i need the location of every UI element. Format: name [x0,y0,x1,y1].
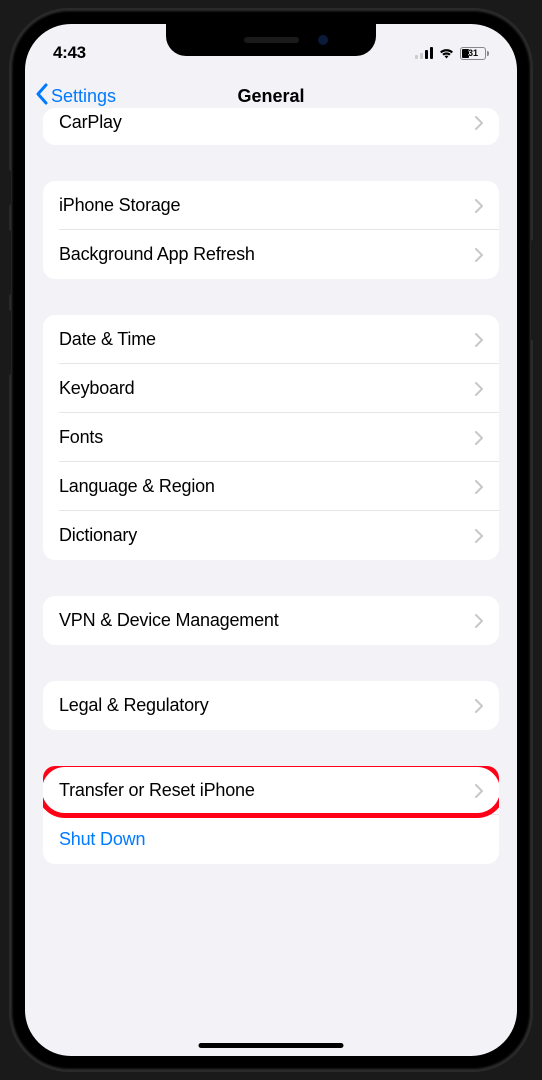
settings-section: Legal & Regulatory [43,681,499,730]
settings-section: VPN & Device Management [43,596,499,645]
notch [166,24,376,56]
chevron-right-icon [475,382,483,396]
row-fonts[interactable]: Fonts [43,413,499,462]
chevron-right-icon [475,699,483,713]
page-title: General [237,86,304,107]
back-button[interactable]: Settings [35,83,116,110]
chevron-right-icon [475,529,483,543]
row-background-app-refresh[interactable]: Background App Refresh [43,230,499,279]
volume-up-button [7,230,11,295]
status-time: 4:43 [53,43,86,63]
row-dictionary[interactable]: Dictionary [43,511,499,560]
settings-section: iPhone Storage Background App Refresh [43,181,499,279]
row-label: Background App Refresh [59,244,255,265]
chevron-right-icon [475,116,483,130]
battery-percent: 31 [468,48,478,58]
screen: 4:43 [25,24,517,1056]
chevron-right-icon [475,614,483,628]
front-camera [318,35,328,45]
row-keyboard[interactable]: Keyboard [43,364,499,413]
row-label: VPN & Device Management [59,610,279,631]
settings-content[interactable]: CarPlay iPhone Storage Background App Re… [25,108,517,1020]
row-transfer-reset-iphone[interactable]: Transfer or Reset iPhone [43,766,499,815]
row-label: Date & Time [59,329,156,350]
chevron-right-icon [475,199,483,213]
cellular-signal-icon [415,47,433,59]
phone-frame: 4:43 [11,10,531,1070]
home-indicator[interactable] [199,1043,344,1048]
row-label: Fonts [59,427,103,448]
chevron-right-icon [475,784,483,798]
wifi-icon [438,47,455,59]
mute-switch [7,170,11,205]
power-button [531,240,535,340]
back-label: Settings [51,86,116,107]
row-label: Transfer or Reset iPhone [59,780,255,801]
row-iphone-storage[interactable]: iPhone Storage [43,181,499,230]
row-label: Keyboard [59,378,134,399]
settings-section: Date & Time Keyboard Fonts Language & Re… [43,315,499,560]
battery-indicator: 31 [460,47,489,60]
volume-down-button [7,310,11,375]
row-label: CarPlay [59,112,122,133]
row-vpn-device-management[interactable]: VPN & Device Management [43,596,499,645]
row-legal-regulatory[interactable]: Legal & Regulatory [43,681,499,730]
row-carplay[interactable]: CarPlay [43,108,499,145]
row-language-region[interactable]: Language & Region [43,462,499,511]
chevron-right-icon [475,248,483,262]
row-label: Dictionary [59,525,137,546]
chevron-right-icon [475,333,483,347]
settings-section: Transfer or Reset iPhone Shut Down [43,766,499,864]
row-shut-down[interactable]: Shut Down [43,815,499,864]
row-label: Legal & Regulatory [59,695,209,716]
speaker-grille [244,37,299,43]
row-label: Language & Region [59,476,215,497]
status-indicators: 31 [415,47,489,60]
row-date-time[interactable]: Date & Time [43,315,499,364]
chevron-left-icon [35,83,48,110]
chevron-right-icon [475,480,483,494]
chevron-right-icon [475,431,483,445]
row-label: Shut Down [59,829,145,850]
row-label: iPhone Storage [59,195,180,216]
settings-section: CarPlay [43,108,499,145]
